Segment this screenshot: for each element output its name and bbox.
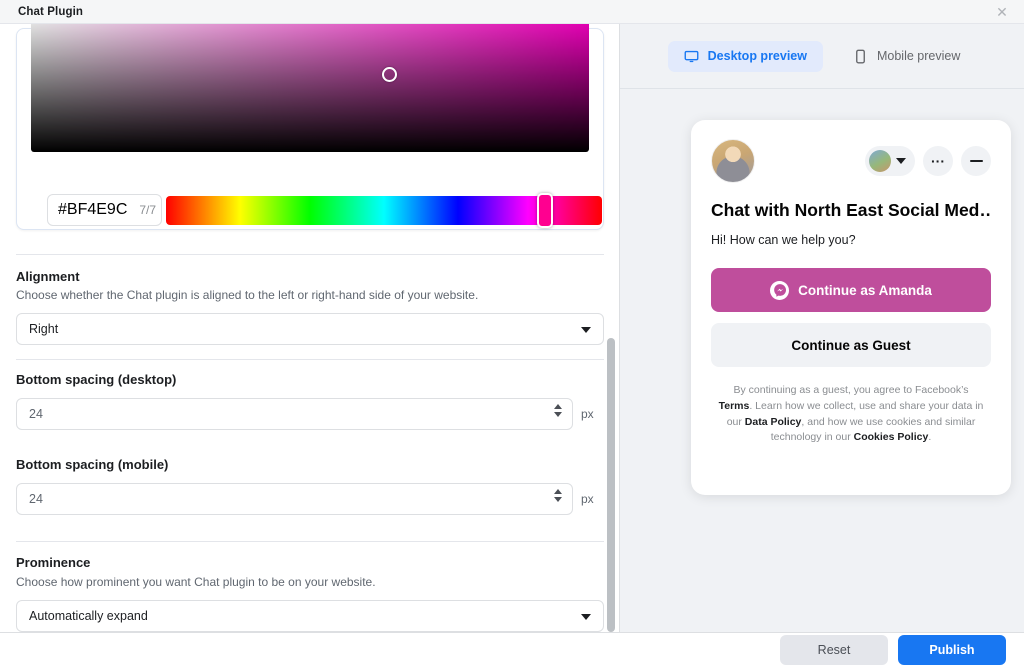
- chevron-down-icon: [896, 158, 906, 164]
- prominence-value: Automatically expand: [29, 609, 148, 623]
- hue-thumb-icon[interactable]: [537, 193, 553, 228]
- stepper-down-icon[interactable]: [554, 412, 562, 417]
- footer-actions: Reset Publish: [0, 632, 1024, 666]
- stepper-up-icon[interactable]: [554, 404, 562, 409]
- saturation-value-area[interactable]: [31, 24, 589, 152]
- minimize-icon[interactable]: [961, 146, 991, 176]
- main-body: #BF4E9C 7/7 Alignment Choose whether the…: [0, 24, 1024, 632]
- window-titlebar: Chat Plugin ✕: [0, 0, 1024, 24]
- chat-header: ···: [711, 138, 991, 184]
- messenger-icon: [770, 280, 790, 300]
- divider: [16, 359, 604, 360]
- avatar: [711, 139, 755, 183]
- data-policy-link[interactable]: Data Policy: [745, 416, 802, 428]
- chat-greeting: Hi! How can we help you?: [711, 233, 856, 247]
- publish-button[interactable]: Publish: [898, 634, 1006, 665]
- alignment-label: Alignment: [16, 269, 80, 284]
- bottom-spacing-desktop-value: 24: [29, 407, 43, 421]
- hue-slider[interactable]: [166, 193, 602, 228]
- window-title: Chat Plugin: [18, 5, 83, 18]
- settings-scrollbar[interactable]: [607, 24, 617, 632]
- chat-title: Chat with North East Social Med…: [711, 200, 991, 220]
- bottom-spacing-desktop-input[interactable]: 24: [16, 398, 573, 430]
- tab-mobile-preview[interactable]: Mobile preview: [837, 41, 976, 72]
- chat-preview-card: ··· Chat with North East Social Med… Hi!…: [691, 120, 1011, 495]
- divider: [16, 254, 604, 255]
- tab-desktop-preview-label: Desktop preview: [707, 49, 807, 63]
- chat-header-actions: ···: [865, 146, 991, 176]
- more-options-icon[interactable]: ···: [923, 146, 953, 176]
- chevron-down-icon: [581, 614, 591, 620]
- quantity-stepper[interactable]: [554, 489, 562, 502]
- color-cursor-icon[interactable]: [382, 67, 397, 82]
- prominence-label: Prominence: [16, 555, 91, 570]
- divider: [16, 541, 604, 542]
- color-picker-card: #BF4E9C 7/7: [16, 24, 604, 230]
- bottom-spacing-mobile-value: 24: [29, 492, 43, 506]
- prominence-description: Choose how prominent you want Chat plugi…: [16, 575, 376, 589]
- continue-as-guest-label: Continue as Guest: [791, 337, 911, 353]
- bottom-spacing-mobile-unit: px: [581, 492, 594, 506]
- bottom-spacing-desktop-unit: px: [581, 407, 594, 421]
- legal-part-1: By continuing as a guest, you agree to F…: [733, 384, 969, 396]
- continue-as-user-button[interactable]: Continue as Amanda: [711, 268, 991, 312]
- settings-pane: #BF4E9C 7/7 Alignment Choose whether the…: [0, 24, 620, 632]
- chevron-down-icon: [581, 327, 591, 333]
- tab-desktop-preview[interactable]: Desktop preview: [667, 40, 823, 72]
- terms-link[interactable]: Terms: [719, 400, 750, 412]
- prominence-select[interactable]: Automatically expand: [16, 600, 604, 632]
- bottom-spacing-mobile-input[interactable]: 24: [16, 483, 573, 515]
- cookies-policy-link[interactable]: Cookies Policy: [854, 431, 929, 443]
- bottom-spacing-mobile-label: Bottom spacing (mobile): [16, 457, 169, 472]
- quantity-stepper[interactable]: [554, 404, 562, 417]
- legal-text: By continuing as a guest, you agree to F…: [711, 383, 991, 446]
- mobile-icon: [856, 49, 865, 63]
- alignment-select[interactable]: Right: [16, 313, 604, 345]
- chat-plugin-window: Chat Plugin ✕ #BF4E9C 7/7 Alignment Choo…: [0, 0, 1024, 666]
- bottom-spacing-desktop-label: Bottom spacing (desktop): [16, 372, 177, 387]
- continue-as-user-label: Continue as Amanda: [798, 282, 932, 298]
- legal-part-4: .: [928, 431, 932, 444]
- hex-counter: 7/7: [139, 203, 157, 217]
- continue-as-guest-button[interactable]: Continue as Guest: [711, 323, 991, 367]
- stepper-down-icon[interactable]: [554, 497, 562, 502]
- reset-button[interactable]: Reset: [780, 634, 888, 665]
- settings-scroll-area: #BF4E9C 7/7 Alignment Choose whether the…: [0, 24, 619, 632]
- desktop-icon: [684, 50, 699, 62]
- tab-mobile-preview-label: Mobile preview: [876, 49, 961, 63]
- account-switcher[interactable]: [865, 146, 915, 176]
- account-avatar-icon: [869, 150, 891, 172]
- preview-pane: Desktop preview Mobile preview ··· Chat …: [620, 24, 1024, 632]
- alignment-value: Right: [29, 322, 59, 336]
- scrollbar-thumb[interactable]: [607, 338, 615, 632]
- preview-tabs: Desktop preview Mobile preview: [620, 24, 1024, 89]
- hex-input[interactable]: #BF4E9C 7/7: [47, 194, 162, 226]
- close-icon[interactable]: ✕: [986, 0, 1018, 24]
- stepper-up-icon[interactable]: [554, 489, 562, 494]
- hex-value: #BF4E9C: [58, 201, 128, 218]
- alignment-description: Choose whether the Chat plugin is aligne…: [16, 288, 479, 302]
